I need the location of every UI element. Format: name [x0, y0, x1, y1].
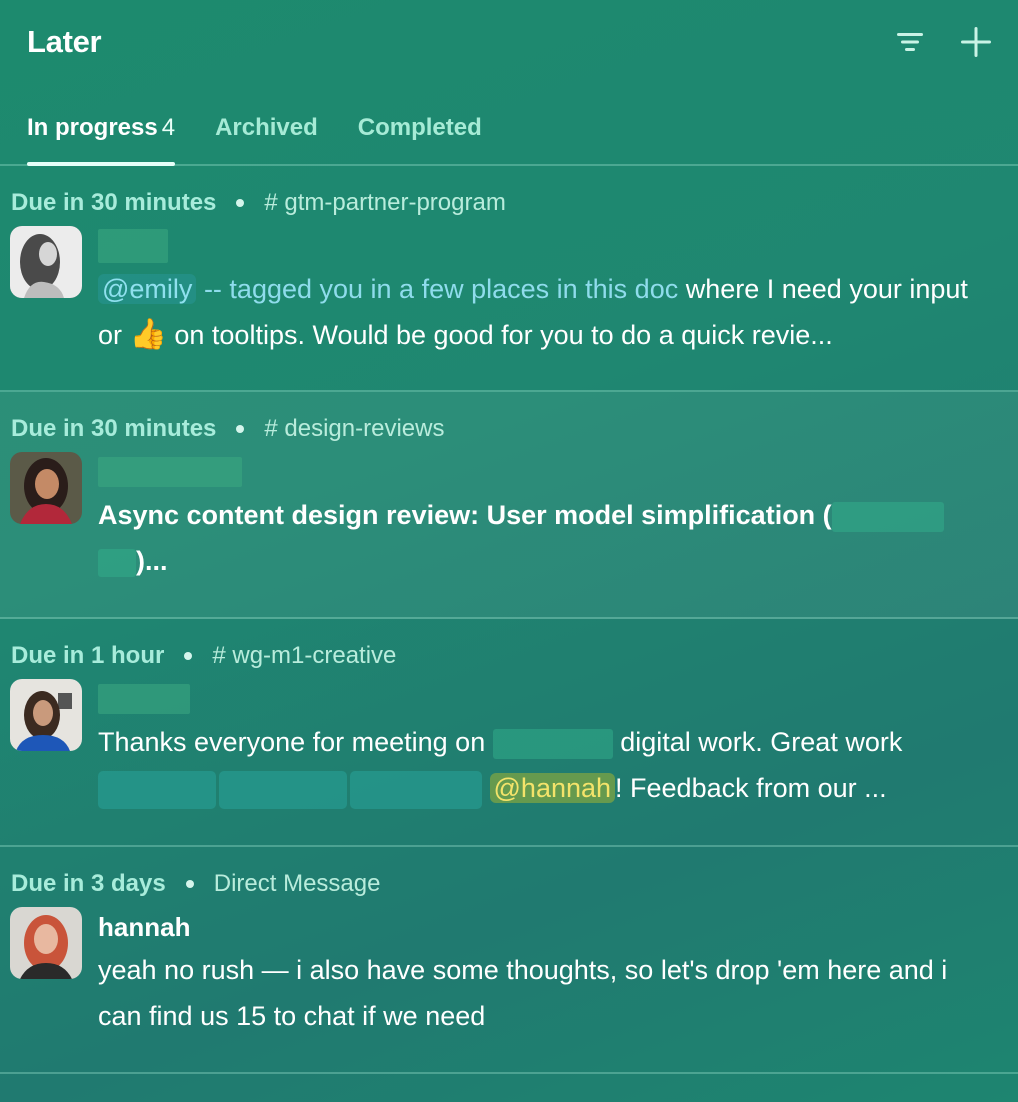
- message-text: @emily -- tagged you in a few places in …: [98, 266, 998, 358]
- filter-button[interactable]: [894, 26, 926, 58]
- message-text-part: Thanks everyone for meeting on: [98, 727, 493, 757]
- message-text-part: on tooltips. Would be good for you to do…: [166, 320, 833, 350]
- separator-dot: [184, 652, 193, 660]
- item-meta: Due in 30 minutes # gtm-partner-program: [0, 188, 1018, 218]
- sender-name-redacted: [98, 226, 998, 266]
- due-label: Due in 1 hour: [11, 642, 165, 669]
- due-label: Due in 3 days: [11, 870, 166, 897]
- message-text: yeah no rush — i also have some thoughts…: [98, 955, 948, 1031]
- due-label: Due in 30 minutes: [11, 415, 217, 442]
- avatar[interactable]: [10, 907, 82, 979]
- message-text: Async content design review: User model …: [98, 492, 998, 584]
- tab-archived[interactable]: Archived: [215, 86, 318, 164]
- redacted-text: [831, 501, 944, 532]
- sender-name-redacted: [98, 452, 998, 492]
- message-content: Async content design review: User model …: [98, 452, 1018, 584]
- message-row: Thanks everyone for meeting on digital w…: [0, 679, 1018, 811]
- list-item[interactable]: Due in 30 minutes # gtm-partner-program …: [0, 166, 1018, 392]
- separator-dot: [236, 425, 245, 433]
- person-photo-icon: [10, 679, 82, 751]
- message-content: Thanks everyone for meeting on digital w…: [98, 679, 1018, 811]
- tab-bar: In progress 4 Archived Completed: [0, 86, 1018, 166]
- message-row: Async content design review: User model …: [0, 452, 1018, 584]
- item-meta: Due in 3 days Direct Message: [0, 869, 1018, 899]
- header: Later: [0, 0, 1018, 86]
- list-item[interactable]: Due in 1 hour # wg-m1-creative Thanks ev…: [0, 619, 1018, 847]
- list-item[interactable]: Due in 30 minutes # design-reviews Async…: [0, 392, 1018, 619]
- user-mention-self[interactable]: @hannah: [489, 773, 616, 803]
- sender-name-redacted: [98, 679, 998, 719]
- channel-name[interactable]: Direct Message: [214, 870, 381, 898]
- user-mention[interactable]: @emily: [98, 274, 197, 304]
- item-meta: Due in 1 hour # wg-m1-creative: [0, 641, 1018, 671]
- message-content: hannah yeah no rush — i also have some t…: [98, 907, 1018, 1039]
- person-photo-icon: [10, 907, 82, 979]
- avatar[interactable]: [10, 679, 82, 751]
- message-link[interactable]: -- tagged you in a few places in this do…: [204, 274, 678, 304]
- tab-label: Completed: [357, 114, 482, 141]
- header-actions: [894, 26, 992, 58]
- item-meta: Due in 30 minutes # design-reviews: [0, 414, 1018, 444]
- tab-completed[interactable]: Completed: [358, 86, 482, 164]
- tab-label: In progress: [27, 114, 158, 141]
- redacted-mention[interactable]: [219, 770, 347, 809]
- redacted-text: [98, 548, 136, 577]
- filter-icon: [897, 33, 923, 51]
- channel-name[interactable]: # wg-m1-creative: [212, 642, 396, 670]
- message-text-part: )...: [136, 546, 168, 576]
- add-button[interactable]: [960, 26, 992, 58]
- person-photo-icon: [10, 452, 82, 524]
- message-row: hannah yeah no rush — i also have some t…: [0, 907, 1018, 1039]
- separator-dot: [185, 880, 194, 888]
- message-content: @emily -- tagged you in a few places in …: [98, 226, 1018, 358]
- redacted-text: [492, 728, 613, 759]
- avatar[interactable]: [10, 226, 82, 298]
- due-label: Due in 30 minutes: [11, 189, 217, 216]
- person-photo-icon: [10, 226, 82, 298]
- tab-count: 4: [161, 114, 176, 141]
- page-title: Later: [27, 24, 102, 59]
- avatar[interactable]: [10, 452, 82, 524]
- separator-dot: [236, 199, 245, 207]
- channel-name[interactable]: # gtm-partner-program: [264, 189, 505, 217]
- message-text: Thanks everyone for meeting on digital w…: [98, 719, 998, 811]
- message-text-part: ! Feedback from our ...: [615, 773, 887, 803]
- thumbs-up-icon: 👍: [129, 317, 167, 352]
- message-row: @emily -- tagged you in a few places in …: [0, 226, 1018, 358]
- channel-name[interactable]: # design-reviews: [264, 415, 444, 443]
- message-text-part: digital work. Great work: [620, 727, 903, 757]
- redacted-mention[interactable]: [350, 770, 482, 809]
- tab-in-progress[interactable]: In progress 4: [27, 86, 176, 166]
- list-item[interactable]: Due in 3 days Direct Message hannah yeah…: [0, 847, 1018, 1074]
- redacted-mention[interactable]: [98, 770, 216, 809]
- message-text-part: Async content design review: User model …: [98, 500, 832, 530]
- tab-label: Archived: [215, 114, 318, 141]
- sender-name[interactable]: hannah: [98, 907, 998, 947]
- plus-icon: [961, 27, 991, 57]
